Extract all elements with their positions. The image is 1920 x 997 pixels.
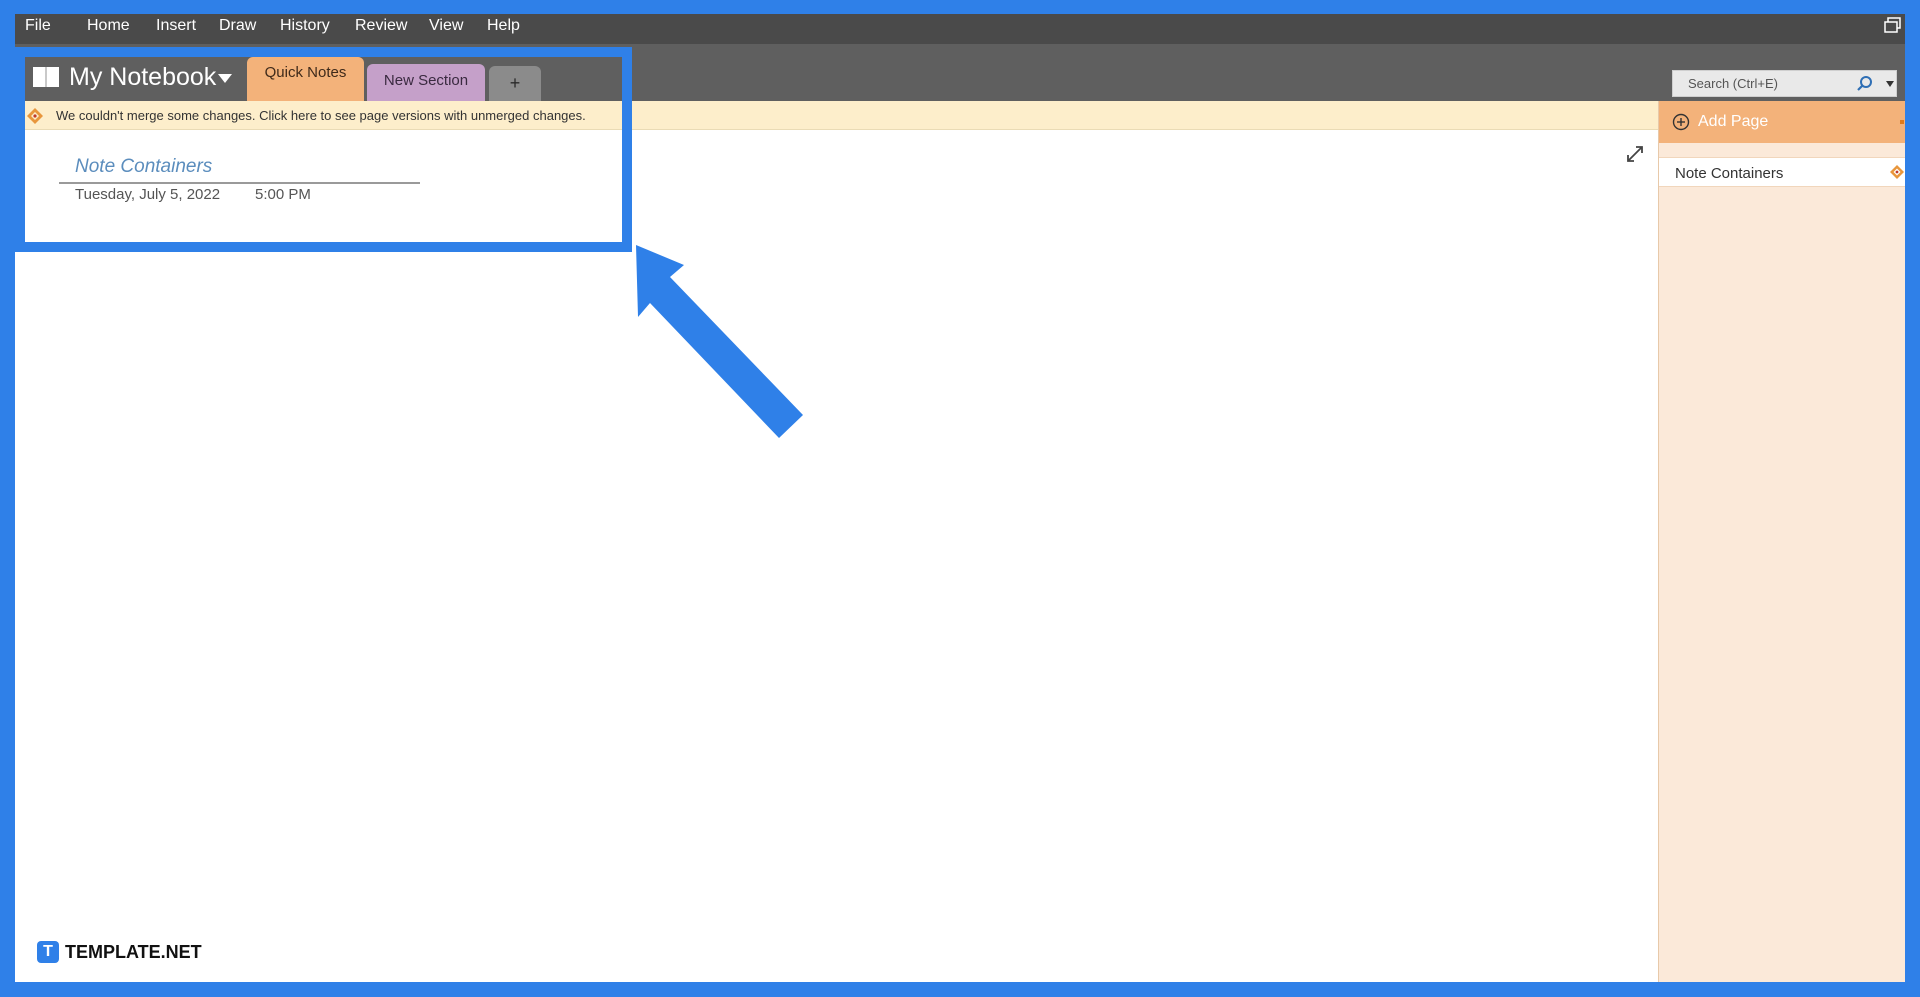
search-placeholder: Search (Ctrl+E) [1688,76,1778,91]
search-icon[interactable] [1856,75,1874,93]
menu-home[interactable]: Home [87,14,130,44]
menu-review[interactable]: Review [355,14,407,44]
logo-badge: T [37,941,59,963]
menu-draw[interactable]: Draw [219,14,256,44]
restore-window-icon[interactable] [1883,16,1903,36]
page-list-item[interactable]: Note Containers [1659,157,1905,187]
menu-help[interactable]: Help [487,14,520,44]
expand-icon[interactable] [1625,144,1645,164]
status-dot [1900,120,1904,124]
add-page-button[interactable]: Add Page [1659,101,1905,143]
annotation-arrow-icon [636,245,803,438]
merge-conflict-icon [1890,165,1904,179]
menu-insert[interactable]: Insert [156,14,196,44]
menu-bar: File Home Insert Draw History Review Vie… [15,14,1905,44]
search-input[interactable]: Search (Ctrl+E) [1672,70,1897,97]
menu-file[interactable]: File [25,14,51,44]
page-list-item-label: Note Containers [1675,165,1784,182]
plus-circle-icon [1672,113,1690,131]
menu-view[interactable]: View [429,14,463,44]
highlight-box [15,47,632,252]
menu-history[interactable]: History [280,14,330,44]
page-list-pane: Add Page Note Containers [1658,101,1905,982]
chevron-down-icon[interactable] [1886,81,1894,87]
logo-text: TEMPLATE.NET [65,942,202,962]
add-page-label: Add Page [1698,113,1769,130]
